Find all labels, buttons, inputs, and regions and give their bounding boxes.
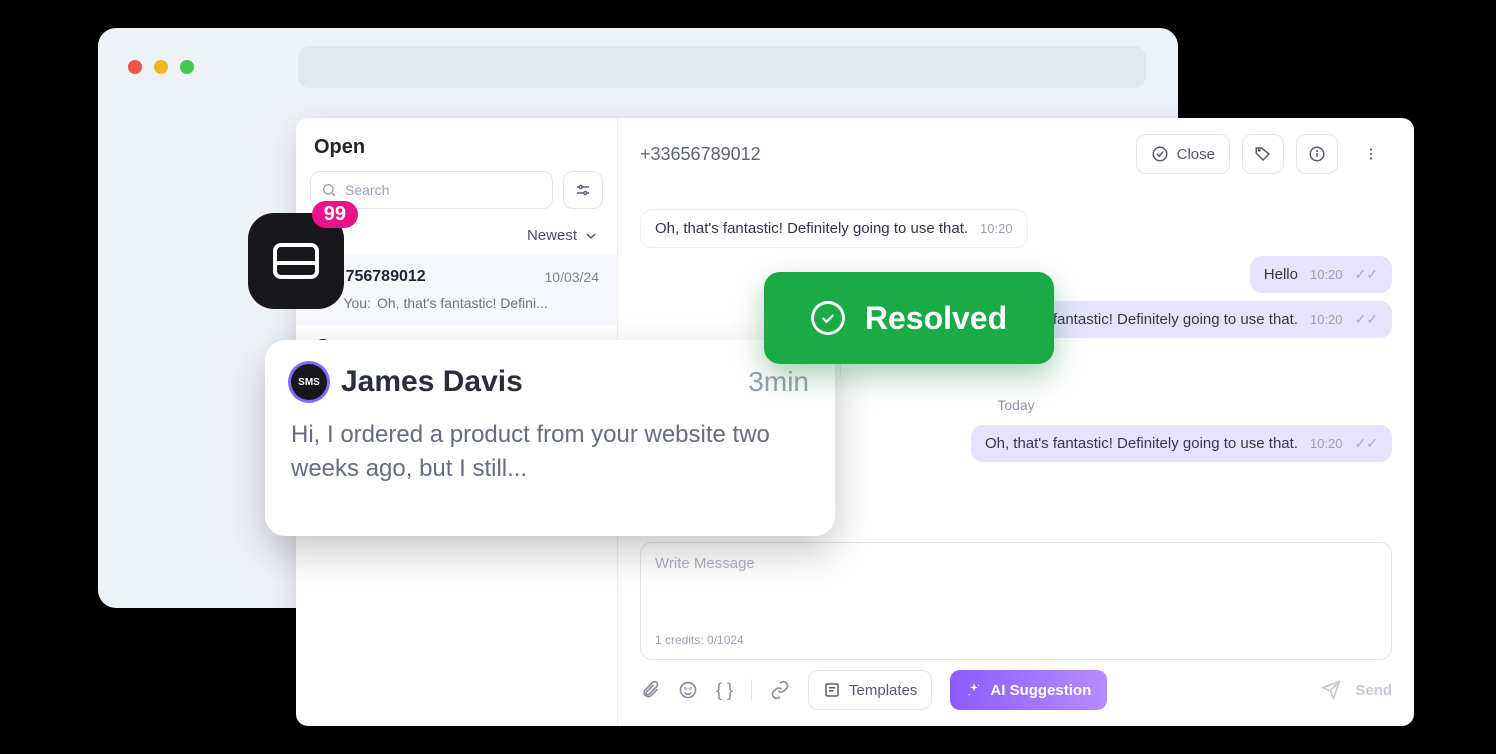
sliders-icon [574, 181, 592, 199]
tag-button[interactable] [1242, 134, 1284, 174]
message-text: Hello [1264, 266, 1298, 283]
message-bubble: is fantastic! Definitely going to use th… [1024, 301, 1392, 338]
link-icon[interactable] [770, 680, 790, 700]
send-button[interactable]: Send [1355, 682, 1392, 699]
notif-name: James Davis [341, 365, 734, 399]
sms-avatar: SMS [291, 364, 327, 400]
read-receipt-icon: ✓✓ [1355, 266, 1378, 283]
message-text: is fantastic! Definitely going to use th… [1038, 311, 1298, 328]
template-icon [823, 681, 841, 699]
inbox-badge: 99 [312, 201, 358, 228]
compose-placeholder: Write Message [655, 555, 1377, 627]
schedule-send-icon[interactable] [1321, 680, 1341, 700]
chat-title: +33656789012 [640, 144, 1124, 165]
info-button[interactable] [1296, 134, 1338, 174]
search-icon [321, 182, 337, 198]
separator [751, 679, 752, 701]
chevron-down-icon [583, 228, 599, 244]
message-bubble: Oh, that's fantastic! Definitely going t… [640, 209, 1028, 248]
message-bubble: Oh, that's fantastic! Definitely going t… [971, 425, 1392, 462]
close-label: Close [1177, 146, 1215, 163]
minimize-dot[interactable] [154, 60, 168, 74]
tag-icon [1254, 145, 1272, 163]
conv-name: +33 756789012 [314, 268, 535, 286]
ai-suggestion-button[interactable]: AI Suggestion [950, 670, 1107, 710]
check-circle-icon [1151, 145, 1169, 163]
url-bar[interactable] [298, 46, 1146, 88]
sparkle-icon [966, 682, 982, 698]
notif-body: Hi, I ordered a product from your websit… [291, 418, 809, 485]
message-bubble: Hello 10:20 ✓✓ [1250, 256, 1392, 293]
templates-label: Templates [849, 682, 917, 699]
maximize-dot[interactable] [180, 60, 194, 74]
message-text: Oh, that's fantastic! Definitely going t… [985, 435, 1298, 452]
close-dot[interactable] [128, 60, 142, 74]
notification-card[interactable]: SMS James Davis 3min Hi, I ordered a pro… [265, 340, 835, 536]
message-time: 10:20 [980, 221, 1013, 236]
conv-preview: ✓✓You: Oh, that's fantastic! Defini... [314, 294, 599, 311]
conv-date: 10/03/24 [545, 269, 600, 285]
message-text: Oh, that's fantastic! Definitely going t… [655, 220, 968, 237]
more-vertical-icon [1362, 145, 1380, 163]
filter-button[interactable] [563, 171, 603, 209]
info-icon [1308, 145, 1326, 163]
inbox-icon [273, 243, 319, 279]
emoji-icon[interactable] [678, 680, 698, 700]
compose-box[interactable]: Write Message 1 credits: 0/1024 [640, 542, 1392, 660]
conversation-item[interactable]: +33 756789012 10/03/24 ✓✓You: Oh, that's… [296, 254, 617, 325]
sidebar-title: Open [296, 136, 617, 171]
attachment-icon[interactable] [640, 680, 660, 700]
chat-header: +33656789012 Close [618, 118, 1414, 191]
message-row: Oh, that's fantastic! Definitely going t… [640, 209, 1392, 248]
message-time: 10:20 [1310, 436, 1343, 451]
ai-label: AI Suggestion [990, 682, 1091, 699]
close-button[interactable]: Close [1136, 134, 1230, 174]
window-controls [128, 60, 194, 74]
read-receipt-icon: ✓✓ [1355, 311, 1378, 328]
message-time: 10:20 [1310, 267, 1343, 282]
search-placeholder: Search [345, 182, 389, 198]
resolved-toast: Resolved [764, 272, 1054, 364]
templates-button[interactable]: Templates [808, 670, 932, 710]
sort-label: Newest [527, 227, 577, 244]
inbox-widget[interactable]: 99 [248, 213, 344, 309]
read-receipt-icon: ✓✓ [1355, 435, 1378, 452]
more-button[interactable] [1350, 134, 1392, 174]
message-time: 10:20 [1310, 312, 1343, 327]
resolved-label: Resolved [865, 300, 1007, 337]
notif-time: 3min [748, 366, 809, 398]
compose-toolbar: { } Templates AI Suggestion Send [618, 660, 1414, 726]
compose-credits: 1 credits: 0/1024 [655, 633, 1377, 647]
variable-icon[interactable]: { } [716, 680, 733, 701]
check-circle-icon [811, 301, 845, 335]
